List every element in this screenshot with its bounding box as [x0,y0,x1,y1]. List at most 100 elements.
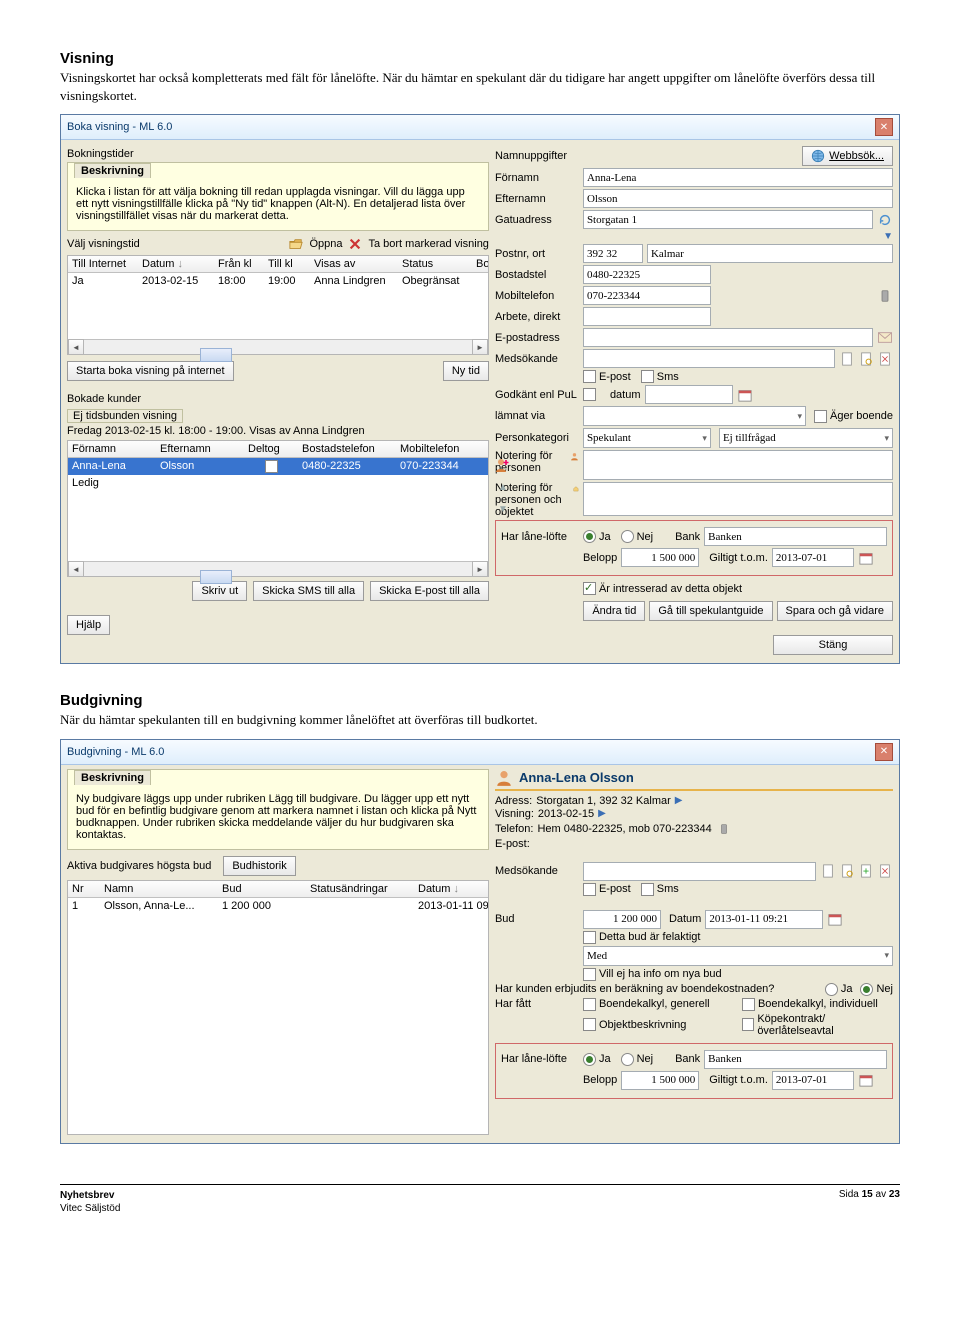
efternamn-input[interactable] [583,189,893,208]
calendar-icon[interactable] [827,911,843,927]
lanelofte-nej-radio[interactable]: Nej [621,530,654,543]
calendar-icon[interactable] [858,1072,874,1088]
titlebar[interactable]: Budgivning - ML 6.0 ✕ [61,740,899,765]
skicka-sms-button[interactable]: Skicka SMS till alla [253,581,364,601]
gatuadress-input[interactable] [583,210,873,229]
ort-input[interactable] [647,244,893,263]
stang-button[interactable]: Stäng [773,635,893,655]
table-row-ledig[interactable]: Ledig [68,475,488,491]
table-row-selected[interactable]: Anna-Lena Olsson 0480-22325 070-223344 [68,458,488,475]
hjalp-button[interactable]: Hjälp [67,615,110,635]
scroll-thumb[interactable] [200,348,232,362]
epost-checkbox[interactable]: E-post [583,883,631,896]
epost-input[interactable] [583,328,873,347]
bud-datum-input[interactable] [705,910,823,929]
bank-input[interactable] [704,527,887,546]
spara-button[interactable]: Spara och gå vidare [777,601,893,621]
scroll-left-icon[interactable]: ◄ [68,561,84,577]
scroll-thumb[interactable] [200,570,232,584]
bud-table[interactable]: Nr Namn Bud Statusändringar Datum ↓ 1 Ol… [67,880,489,1135]
sms-checkbox[interactable]: Sms [641,370,679,383]
phone-icon[interactable] [877,288,893,304]
skriv-ut-button[interactable]: Skriv ut [192,581,247,601]
lanelofte-ja-radio[interactable]: Ja [583,1053,611,1066]
delete-page-icon[interactable] [877,351,893,367]
refresh-icon[interactable] [877,212,893,228]
notering-objekt-textarea[interactable] [583,482,893,516]
page-icon[interactable] [839,351,855,367]
lanelofte-nej-radio[interactable]: Nej [621,1053,654,1066]
mobil-input[interactable] [583,286,711,305]
search-page-icon[interactable] [858,351,874,367]
ager-boende-checkbox[interactable]: Äger boende [814,410,893,423]
boendekostnad-ja-radio[interactable]: Ja [825,983,853,996]
intresserad-checkbox[interactable]: Är intresserad av detta objekt [583,582,742,595]
bokade-kunder-table[interactable]: Förnamn Efternamn Deltog Bostadstelefon … [67,440,489,577]
boendekalkyl-ind-checkbox[interactable]: Boendekalkyl, individuell [742,998,893,1011]
postnr-input[interactable] [583,244,643,263]
table-row[interactable]: Ja 2013-02-15 18:00 19:00 Anna Lindgren … [68,273,488,289]
medsokande-input[interactable] [583,862,816,881]
scroll-right-icon[interactable]: ► [472,561,488,577]
scroll-right-icon[interactable]: ► [472,339,488,355]
lanelofte-ja-radio[interactable]: Ja [583,530,611,543]
mail-icon[interactable] [877,330,893,346]
med-select[interactable]: Med [583,946,893,966]
oppna-link[interactable]: Öppna [309,238,342,250]
expand-icon[interactable]: ▼ [495,501,511,517]
play-icon[interactable]: ▶ [598,808,606,819]
sms-checkbox[interactable]: Sms [641,883,679,896]
search-page-icon[interactable] [839,863,855,879]
collapse-icon[interactable]: ▲ [495,479,511,495]
scroll-left-icon[interactable]: ◄ [68,339,84,355]
ta-bort-link[interactable]: Ta bort markerad visning [368,238,488,250]
vill-ej-checkbox[interactable]: Vill ej ha info om nya bud [583,968,722,981]
bostadstel-input[interactable] [583,265,711,284]
delete-page-icon[interactable] [877,863,893,879]
notering-person-textarea[interactable] [583,450,893,480]
objektbeskrivning-checkbox[interactable]: Objektbeskrivning [583,1013,734,1037]
kopekontrakt-checkbox[interactable]: Köpekontrakt/överlåtelseavtal [742,1013,893,1037]
deltog-checkbox[interactable] [265,460,278,473]
personkategori-select[interactable]: Spekulant [583,428,711,448]
phone-icon[interactable] [716,821,732,837]
starta-internet-button[interactable]: Starta boka visning på internet [67,361,234,381]
godkant-checkbox[interactable] [583,388,596,401]
titlebar[interactable]: Boka visning - ML 6.0 ✕ [61,115,899,140]
horizontal-scrollbar[interactable]: ◄ ► [68,561,488,576]
webbsok-button[interactable]: Webbsök... [802,146,893,166]
horizontal-scrollbar[interactable]: ◄ ► [68,339,488,354]
godkant-datum-input[interactable] [645,385,733,404]
calendar-icon[interactable] [858,550,874,566]
expand-down-icon[interactable]: ▼ [883,231,893,242]
budhistorik-button[interactable]: Budhistorik [223,856,295,876]
flag-icon[interactable]: ▶ [675,795,683,806]
page-icon[interactable] [820,863,836,879]
skicka-epost-button[interactable]: Skicka E-post till alla [370,581,489,601]
bud-input[interactable] [583,910,661,929]
visningstid-table[interactable]: Till Internet Datum ↓ Från kl Till kl Vi… [67,255,489,355]
medsokande-input[interactable] [583,349,835,368]
epost-checkbox[interactable]: E-post [583,370,631,383]
fornamn-input[interactable] [583,168,893,187]
spekulantguide-button[interactable]: Gå till spekulantguide [649,601,772,621]
ny-tid-button[interactable]: Ny tid [443,361,489,381]
giltigt-input[interactable] [772,548,854,567]
belopp-input[interactable] [621,548,699,567]
boendekostnad-nej-radio[interactable]: Nej [860,983,893,996]
add-person-icon[interactable] [495,457,511,473]
calendar-icon[interactable] [737,387,753,403]
andra-tid-button[interactable]: Ändra tid [583,601,645,621]
page-add-icon[interactable] [858,863,874,879]
belopp-input[interactable] [621,1071,699,1090]
close-icon[interactable]: ✕ [875,118,893,136]
boendekalkyl-gen-checkbox[interactable]: Boendekalkyl, generell [583,998,734,1011]
close-icon[interactable]: ✕ [875,743,893,761]
ej-tillfragad-select[interactable]: Ej tillfrågad [719,428,893,448]
giltigt-input[interactable] [772,1071,854,1090]
arbete-input[interactable] [583,307,711,326]
table-row[interactable]: 1 Olsson, Anna-Le... 1 200 000 2013-01-1… [68,898,488,914]
lamnat-via-select[interactable] [583,406,806,426]
felaktigt-checkbox[interactable]: Detta bud är felaktigt [583,931,701,944]
bank-input[interactable] [704,1050,887,1069]
